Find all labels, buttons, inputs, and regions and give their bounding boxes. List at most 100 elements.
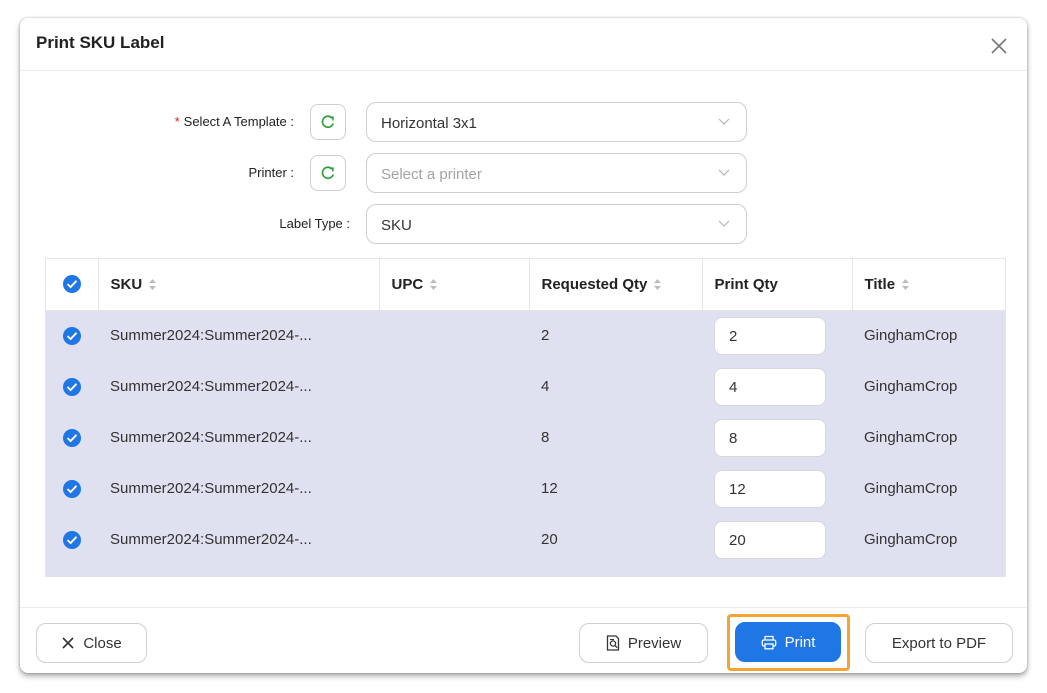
sort-icon [654,279,662,291]
cell-upc [379,514,529,565]
column-label: UPC [391,275,424,293]
printer-refresh-button[interactable] [310,155,346,191]
cell-upc [379,463,529,514]
column-header-title[interactable]: Title [852,259,1005,311]
checkbox-checked-icon [63,326,81,345]
row-checkbox[interactable] [46,361,98,412]
label-type-row: Label Type : SKU [20,204,1027,244]
template-label-text: Select A Template : [183,114,294,129]
row-checkbox[interactable] [46,310,98,361]
cell-upc [379,412,529,463]
refresh-icon [321,115,335,129]
cell-print-qty: 4 [702,361,852,412]
sort-icon [430,279,438,291]
cell-sku: Summer2024:Summer2024-... [98,361,379,412]
print-qty-input[interactable]: 8 [714,418,826,457]
cell-title: GinghamCrop [852,412,1005,463]
template-label: * Select A Template : [150,114,294,129]
cell-title: GinghamCrop [852,310,1005,361]
template-refresh-button[interactable] [310,104,346,140]
table-header-row: SKU UPC Requested Qty Print Qty Title [46,259,1005,311]
cell-print-qty [702,565,852,577]
cell-print-qty: 2 [702,310,852,361]
printer-select[interactable]: Select a printer [366,153,747,193]
table-row[interactable] [46,565,1005,577]
cell-requested-qty: 12 [529,463,702,514]
dialog-footer: Close Preview Print Export to PDF [20,607,1027,673]
column-header-print-qty: Print Qty [702,259,853,311]
sku-table: SKU UPC Requested Qty Print Qty Title Su… [45,258,1006,577]
column-header-upc[interactable]: UPC [379,259,530,311]
print-qty-input[interactable]: 12 [714,469,826,508]
row-checkbox[interactable] [46,412,98,463]
column-header-requested-qty[interactable]: Requested Qty [529,259,703,311]
template-row: * Select A Template : Horizontal 3x1 [20,102,1027,142]
chevron-down-icon [718,169,730,176]
table-row[interactable]: Summer2024:Summer2024-... 2 2 GinghamCro… [46,310,1005,361]
print-qty-input[interactable]: 4 [714,367,826,406]
table-row[interactable]: Summer2024:Summer2024-... 8 8 GinghamCro… [46,412,1005,463]
close-button[interactable]: Close [36,623,147,663]
column-label: SKU [110,275,143,293]
dialog-title: Print SKU Label [36,33,165,52]
dialog-header: Print SKU Label [20,18,1027,71]
checkbox-checked-icon [63,479,81,498]
export-pdf-button-label: Export to PDF [891,634,987,652]
print-qty-input[interactable]: 20 [714,520,826,559]
close-icon [61,636,75,650]
cell-sku: Summer2024:Summer2024-... [98,514,379,565]
export-pdf-button[interactable]: Export to PDF [865,623,1013,663]
checkbox-checked-icon [63,428,81,447]
row-checkbox[interactable] [46,463,98,514]
print-qty-input[interactable]: 2 [714,316,826,355]
cell-requested-qty: 20 [529,514,702,565]
close-icon[interactable] [989,36,1009,56]
cell-requested-qty: 8 [529,412,702,463]
cell-print-qty: 20 [702,514,852,565]
sort-icon [149,279,157,291]
row-checkbox[interactable] [46,514,98,565]
label-type-label: Label Type : [279,216,350,231]
sort-icon [902,279,910,291]
printer-select-placeholder: Select a printer [381,166,482,183]
column-label: Requested Qty [541,275,648,293]
cell-sku: Summer2024:Summer2024-... [98,463,379,514]
label-type-select[interactable]: SKU [366,204,747,244]
cell-title: GinghamCrop [852,514,1005,565]
checkbox-checked-icon [63,530,81,549]
cell-title: GinghamCrop [852,361,1005,412]
template-select-value: Horizontal 3x1 [381,115,477,132]
table-row[interactable]: Summer2024:Summer2024-... 20 20 GinghamC… [46,514,1005,565]
checkbox-checked-icon [63,377,81,396]
cell-upc [379,310,529,361]
print-button-label: Print [784,633,816,651]
select-all-checkbox[interactable] [46,259,99,311]
cell-print-qty: 12 [702,463,852,514]
print-sku-label-dialog: Print SKU Label * Select A Template : Hor… [20,18,1027,673]
checkbox-checked-icon [62,275,81,294]
column-header-sku[interactable]: SKU [98,259,380,311]
cell-upc [379,361,529,412]
template-select[interactable]: Horizontal 3x1 [366,102,747,142]
required-mark: * [174,114,180,129]
preview-icon [606,635,620,651]
preview-button-label: Preview [627,634,682,652]
label-type-select-value: SKU [381,217,412,234]
table-row[interactable]: Summer2024:Summer2024-... 12 12 GinghamC… [46,463,1005,514]
printer-label: Printer : [248,165,294,180]
cell-sku: Summer2024:Summer2024-... [98,412,379,463]
printer-row: Printer : Select a printer [20,153,1027,193]
preview-button[interactable]: Preview [579,623,708,663]
cell-requested-qty: 2 [529,310,702,361]
cell-requested-qty: 4 [529,361,702,412]
cell-print-qty: 8 [702,412,852,463]
refresh-icon [321,166,335,180]
print-button[interactable]: Print [735,622,841,662]
cell-sku: Summer2024:Summer2024-... [98,310,379,361]
table-row[interactable]: Summer2024:Summer2024-... 4 4 GinghamCro… [46,361,1005,412]
cell-title: GinghamCrop [852,463,1005,514]
column-label: Print Qty [714,275,778,293]
chevron-down-icon [718,220,730,227]
printer-icon [761,635,777,650]
chevron-down-icon [718,118,730,125]
